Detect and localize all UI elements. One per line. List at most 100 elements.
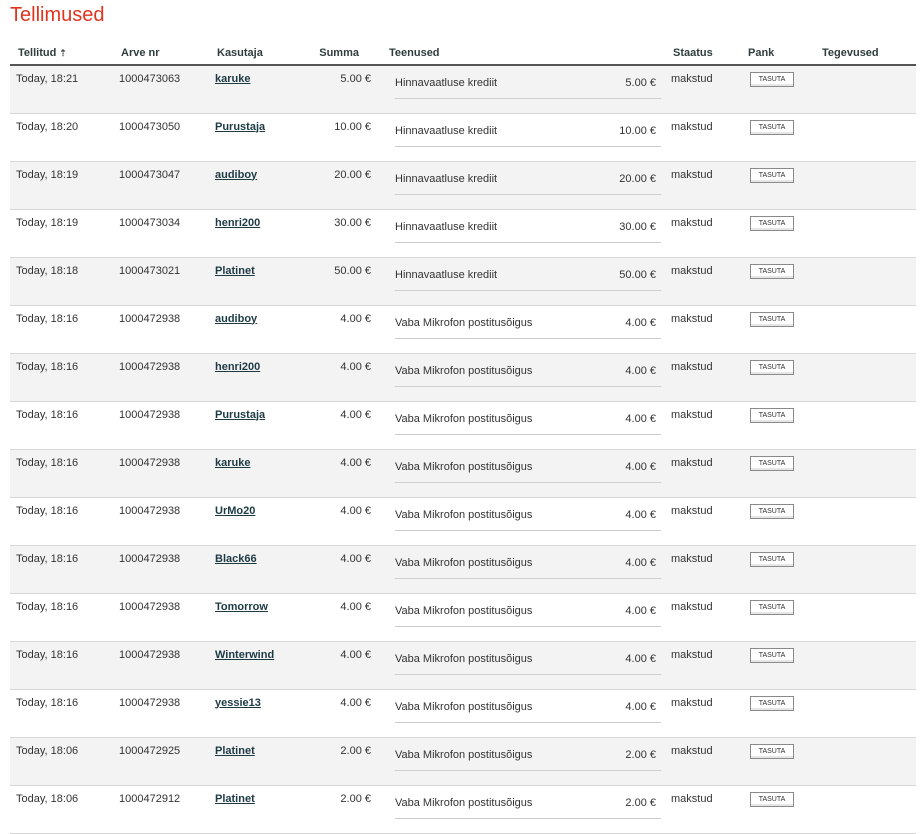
tasuta-button[interactable]: TASUTA [750,72,794,87]
tasuta-button[interactable]: TASUTA [750,311,794,327]
bank-cell: TASUTA [740,113,814,162]
tasuta-button[interactable]: TASUTA [750,647,794,663]
sum-cell: 4.00 € [303,401,381,450]
tasuta-button[interactable]: TASUTA [750,359,794,375]
order-date: Today, 18:19 [16,216,79,229]
order-date-cell: Today, 18:19 [10,209,113,258]
user-link[interactable]: karuke [215,73,250,85]
actions-cell [814,65,916,114]
order-date: Today, 18:21 [16,73,79,85]
order-status: makstud [671,504,713,517]
services-cell: Vaba Mikrofon postitusõigus 4.00 € [381,305,665,354]
table-row: Today, 18:16 1000472938 Winterwind 4.00 … [10,641,916,690]
order-status: makstud [671,648,713,661]
services-cell: Hinnavaatluse krediit 5.00 € [381,65,665,114]
invoice-cell: 1000472938 [113,497,209,546]
user-link[interactable]: UrMo20 [215,505,255,517]
sum-cell: 10.00 € [303,113,381,162]
user-link[interactable]: Tomorrow [215,601,268,613]
user-link[interactable]: henri200 [215,361,260,373]
user-link[interactable]: Purustaja [215,409,265,421]
service-line: Vaba Mikrofon postitusõigus 4.00 € [395,364,661,387]
order-date-cell: Today, 18:18 [10,257,113,306]
order-status: makstud [671,600,713,613]
user-cell: Black66 [209,545,303,594]
user-link[interactable]: audiboy [215,313,257,325]
user-link[interactable]: Black66 [215,553,257,565]
service-price: 4.00 € [625,364,656,377]
status-cell: makstud [665,497,740,546]
bank-cell: TASUTA [740,641,814,690]
user-cell: Purustaja [209,113,303,162]
sort-icon[interactable]: ⇡ [59,48,67,59]
tasuta-button[interactable]: TASUTA [750,695,794,711]
column-header-ordered[interactable]: Tellitud ⇡ [10,42,113,66]
user-link[interactable]: Winterwind [215,649,274,661]
order-date-cell: Today, 18:16 [10,449,113,498]
user-link[interactable]: Purustaja [215,121,265,133]
table-row: Today, 18:19 1000473047 audiboy 20.00 € … [10,161,916,210]
user-link[interactable]: Platinet [215,793,255,805]
services-cell: Hinnavaatluse krediit 30.00 € [381,209,665,258]
order-status: makstud [671,552,713,565]
order-status: makstud [671,744,713,757]
tasuta-button[interactable]: TASUTA [750,263,794,279]
service-name: Vaba Mikrofon postitusõigus [395,604,533,617]
actions-cell [814,497,916,546]
user-link[interactable]: Platinet [215,745,255,757]
invoice-cell: 1000473034 [113,209,209,258]
tasuta-button[interactable]: TASUTA [750,407,794,423]
order-date-cell: Today, 18:20 [10,113,113,162]
tasuta-button[interactable]: TASUTA [750,215,794,231]
tasuta-button[interactable]: TASUTA [750,551,794,567]
order-status: makstud [671,792,713,805]
services-cell: Hinnavaatluse krediit 10.00 € [381,113,665,162]
sum-cell: 4.00 € [303,305,381,354]
tasuta-button[interactable]: TASUTA [750,791,794,807]
service-line: Vaba Mikrofon postitusõigus 4.00 € [395,508,661,531]
service-line: Vaba Mikrofon postitusõigus 2.00 € [395,796,661,819]
actions-cell [814,113,916,162]
user-link[interactable]: audiboy [215,169,257,181]
table-row: Today, 18:19 1000473034 henri200 30.00 €… [10,209,916,258]
order-date-cell: Today, 18:19 [10,161,113,210]
tasuta-button[interactable]: TASUTA [750,167,794,183]
actions-cell [814,641,916,690]
sum-cell: 50.00 € [303,257,381,306]
table-row: Today, 18:20 1000473050 Purustaja 10.00 … [10,113,916,162]
user-link[interactable]: Platinet [215,265,255,277]
service-name: Vaba Mikrofon postitusõigus [395,508,533,521]
tasuta-button[interactable]: TASUTA [750,455,794,471]
order-date: Today, 18:16 [16,648,79,661]
tasuta-button[interactable]: TASUTA [750,503,794,519]
service-price: 5.00 € [625,77,656,89]
table-row: Today, 18:16 1000472938 Purustaja 4.00 €… [10,401,916,450]
invoice-cell: 1000472938 [113,401,209,450]
invoice-cell: 1000472938 [113,353,209,402]
service-price: 4.00 € [625,508,656,521]
invoice-number: 1000472938 [119,312,181,325]
tasuta-button[interactable]: TASUTA [750,119,794,135]
services-cell: Vaba Mikrofon postitusõigus 4.00 € [381,593,665,642]
user-link[interactable]: karuke [215,457,250,469]
actions-cell [814,305,916,354]
column-header-sum: Summa [303,42,381,66]
invoice-cell: 1000472938 [113,449,209,498]
sum-cell: 4.00 € [303,689,381,738]
tasuta-button[interactable]: TASUTA [750,599,794,615]
order-date-cell: Today, 18:16 [10,593,113,642]
invoice-cell: 1000472938 [113,689,209,738]
user-link[interactable]: henri200 [215,217,260,229]
bank-cell: TASUTA [740,737,814,786]
service-price: 4.00 € [625,700,656,713]
tasuta-button[interactable]: TASUTA [750,743,794,759]
order-sum: 10.00 € [334,120,371,133]
order-status: makstud [671,696,713,709]
user-link[interactable]: yessie13 [215,697,261,709]
order-date: Today, 18:16 [16,552,79,565]
invoice-number: 1000473063 [119,73,181,85]
invoice-cell: 1000472938 [113,545,209,594]
table-row: Today, 18:16 1000472938 yessie13 4.00 € … [10,689,916,738]
invoice-cell: 1000473021 [113,257,209,306]
sum-cell: 4.00 € [303,545,381,594]
